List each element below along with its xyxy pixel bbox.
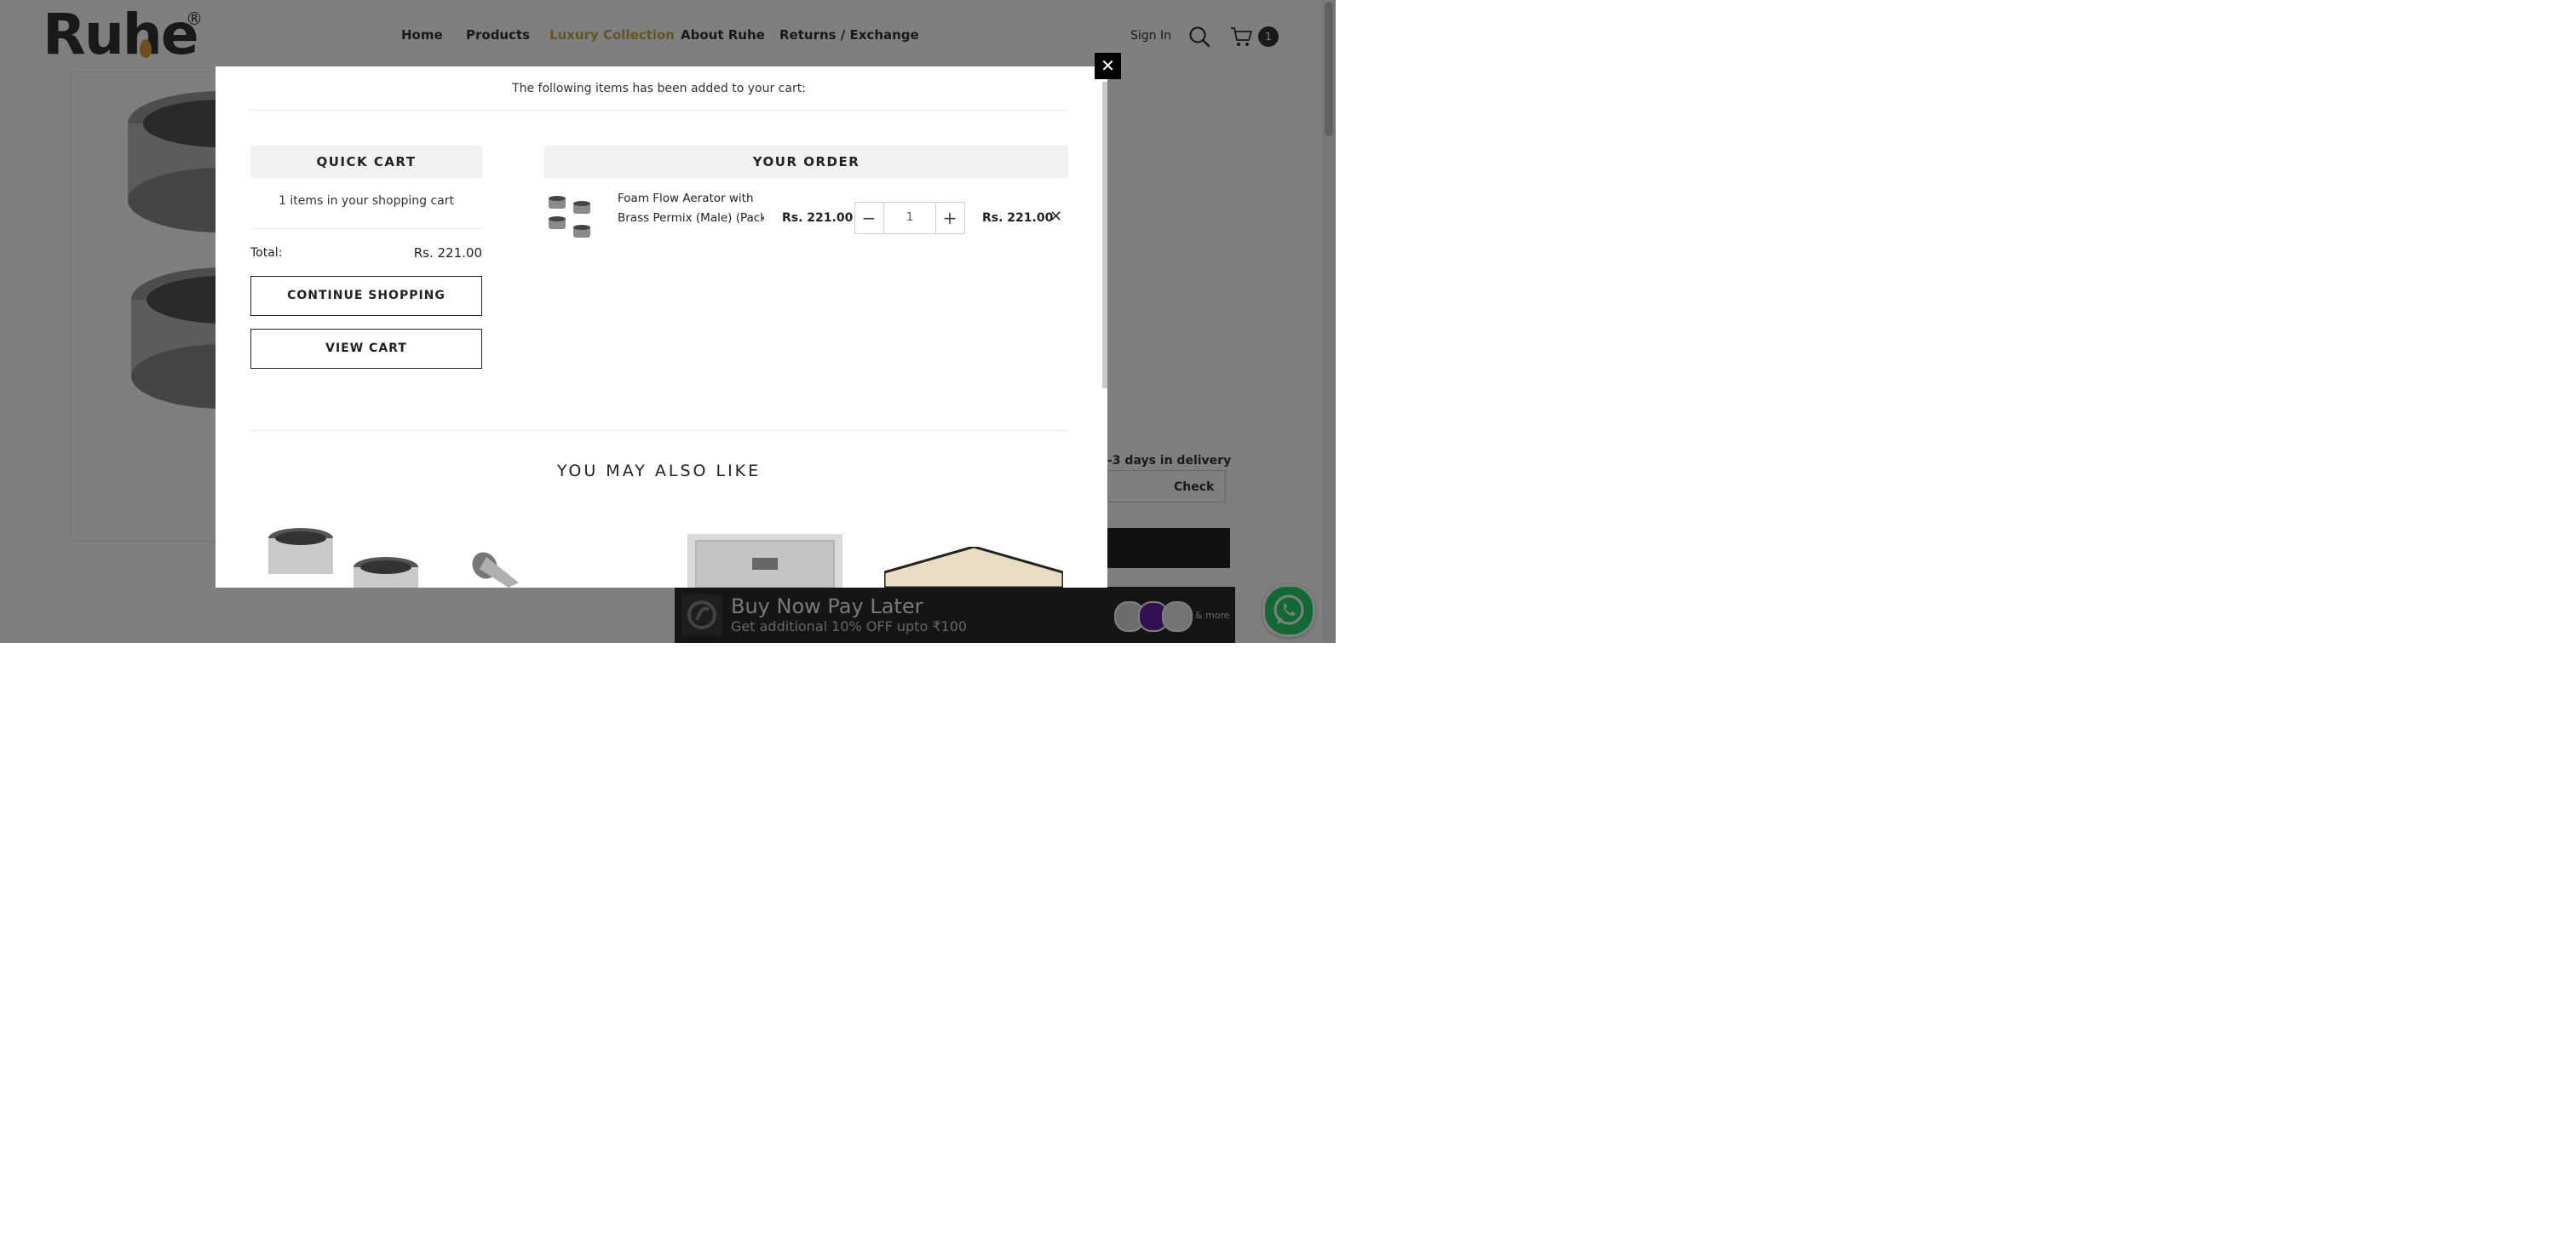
divider — [250, 110, 1068, 111]
quantity-stepper: − 1 + — [854, 202, 965, 234]
items-count-text: 1 items in your shopping cart — [278, 194, 454, 208]
quantity-input[interactable]: 1 — [883, 203, 936, 233]
cart-item-name[interactable]: Foam Flow Aerator with Brass Permix (Mal… — [618, 189, 764, 228]
quick-cart-heading: QUICK CART — [250, 146, 482, 178]
cart-item-thumbnail[interactable] — [544, 192, 595, 244]
recommendation-image-tile[interactable] — [884, 547, 1063, 588]
cart-item-line-total: Rs. 221.00 — [982, 211, 1054, 225]
modal-scrollbar-thumb[interactable] — [1102, 82, 1107, 388]
cart-item-name-line2: Brass Permix (Male) (Pack of 4) — [618, 211, 764, 225]
close-modal-button[interactable]: ✕ — [1095, 53, 1121, 79]
you-may-also-like-heading: YOU MAY ALSO LIKE — [556, 462, 762, 480]
divider — [250, 228, 482, 229]
added-message: The following items has been added to yo… — [512, 82, 806, 95]
cart-item-name-line1: Foam Flow Aerator with — [618, 192, 754, 205]
your-order-heading: YOUR ORDER — [544, 146, 1068, 178]
total-label: Total: — [250, 246, 283, 260]
increase-quantity-button[interactable]: + — [936, 203, 963, 233]
recommendation-image-aerators[interactable] — [265, 526, 427, 588]
recommendation-image-sink[interactable] — [687, 534, 842, 588]
total-value: Rs. 221.00 — [413, 245, 482, 261]
recommendation-image-nozzle[interactable] — [468, 548, 536, 588]
view-cart-button[interactable]: VIEW CART — [250, 329, 482, 369]
added-to-cart-modal: The following items has been added to yo… — [216, 66, 1107, 588]
decrease-quantity-button[interactable]: − — [855, 203, 883, 233]
remove-item-icon[interactable]: ✕ — [1049, 208, 1062, 226]
continue-shopping-button[interactable]: CONTINUE SHOPPING — [250, 276, 482, 316]
cart-item-unit-price: Rs. 221.00 — [782, 211, 854, 225]
divider — [250, 430, 1068, 431]
